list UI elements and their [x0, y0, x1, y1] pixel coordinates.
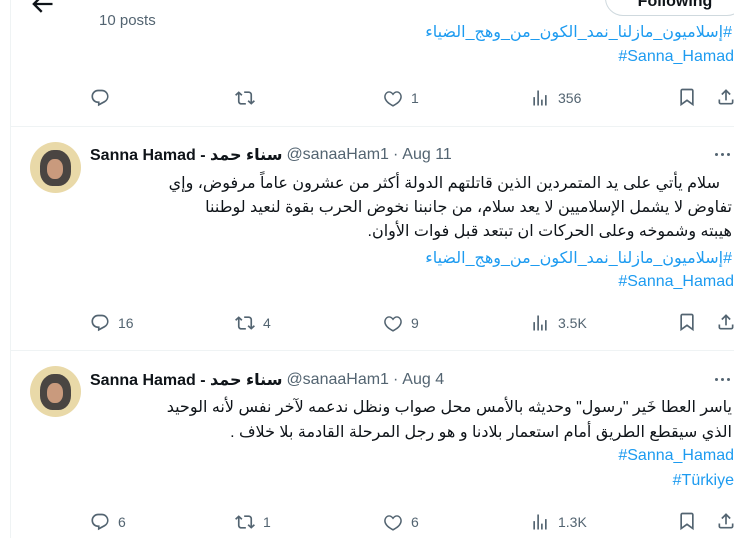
hashtag-link[interactable]: #إسلاميون_مازلنا_نمد_الكون_من_وهج_الضياء: [425, 248, 732, 268]
share-icon[interactable]: [716, 511, 734, 533]
avatar[interactable]: [30, 366, 81, 417]
hashtag-link[interactable]: #Türkiye: [673, 472, 734, 490]
reply-button[interactable]: 16: [90, 312, 134, 334]
like-button[interactable]: 9: [383, 312, 419, 334]
repost-icon: [235, 88, 255, 108]
reply-count: 6: [118, 514, 126, 530]
posts-count: 10 posts: [99, 12, 156, 29]
more-icon[interactable]: [715, 378, 733, 382]
bookmark-icon[interactable]: [677, 87, 697, 109]
like-icon: [383, 88, 403, 108]
like-button[interactable]: 6: [383, 511, 419, 533]
repost-icon: [235, 313, 255, 333]
hashtag-link[interactable]: #Sanna_Hamad: [618, 48, 734, 66]
avatar[interactable]: [30, 142, 81, 193]
more-icon[interactable]: [715, 153, 733, 157]
share-icon[interactable]: [716, 87, 734, 109]
tweet-divider: [10, 126, 734, 127]
tweet-text-line: ياسر العطا خَير "رسول" وحديثه بالأمس محل…: [166, 399, 732, 416]
views-button[interactable]: 356: [530, 87, 581, 109]
bookmark-icon[interactable]: [677, 312, 697, 334]
like-count: 9: [411, 315, 419, 331]
reply-icon: [90, 88, 110, 108]
views-count: 3.5K: [558, 315, 587, 331]
following-button[interactable]: Following: [605, 0, 734, 16]
user-handle[interactable]: @sanaaHam1: [286, 146, 389, 164]
tweet-text-line: تفاوض لا يشمل الإسلاميين لا يعد سلام، من…: [205, 199, 732, 216]
hashtag-link[interactable]: #إسلاميون_مازلنا_نمد_الكون_من_وهج_الضياء: [425, 22, 732, 42]
tweet-date[interactable]: Aug 4: [402, 371, 444, 389]
tweet-text-line: الذي سيقطع الطريق أمام استعمار بلادنا و …: [230, 424, 732, 441]
share-icon[interactable]: [716, 312, 734, 334]
like-icon: [383, 313, 403, 333]
tweet-date[interactable]: Aug 11: [402, 146, 452, 164]
user-handle[interactable]: @sanaaHam1: [286, 371, 389, 389]
views-icon: [530, 313, 550, 333]
tweet-divider: [10, 350, 734, 351]
repost-icon: [235, 512, 255, 532]
like-icon: [383, 512, 403, 532]
repost-button[interactable]: 1: [235, 511, 271, 533]
timeline-border: [10, 0, 11, 538]
views-count: 356: [558, 90, 582, 106]
views-button[interactable]: 1.3K: [530, 511, 587, 533]
tweet-header: Sanna Hamad - سناء حمد @sanaaHam1 · Aug …: [90, 370, 445, 390]
hashtag-link[interactable]: #Sanna_Hamad: [618, 273, 734, 291]
views-button[interactable]: 3.5K: [530, 312, 587, 334]
tweet-text-line: سلام يأتي على يد المتمردين الذين قاتلتهم…: [168, 175, 720, 192]
hashtag-link[interactable]: #Sanna_Hamad: [618, 447, 734, 465]
repost-count: 4: [263, 315, 271, 331]
views-icon: [530, 512, 550, 532]
reply-button[interactable]: [90, 87, 118, 109]
views-count: 1.3K: [558, 514, 587, 530]
bookmark-icon[interactable]: [677, 511, 697, 533]
like-button[interactable]: 1: [383, 87, 419, 109]
reply-count: 16: [118, 315, 134, 331]
reply-icon: [90, 313, 110, 333]
display-name[interactable]: Sanna Hamad - سناء حمد: [90, 145, 282, 165]
like-count: 6: [411, 514, 419, 530]
display-name[interactable]: Sanna Hamad - سناء حمد: [90, 370, 282, 390]
like-count: 1: [411, 90, 419, 106]
repost-button[interactable]: 4: [235, 312, 271, 334]
repost-count: 1: [263, 514, 271, 530]
repost-button[interactable]: [235, 87, 263, 109]
back-arrow-icon[interactable]: [28, 0, 56, 12]
tweet-text-line: هيبته وشموخه وعلى الحركات ان تبتعد قبل ف…: [367, 223, 733, 240]
reply-button[interactable]: 6: [90, 511, 126, 533]
tweet-header: Sanna Hamad - سناء حمد @sanaaHam1 · Aug …: [90, 145, 452, 165]
views-icon: [530, 88, 550, 108]
reply-icon: [90, 512, 110, 532]
